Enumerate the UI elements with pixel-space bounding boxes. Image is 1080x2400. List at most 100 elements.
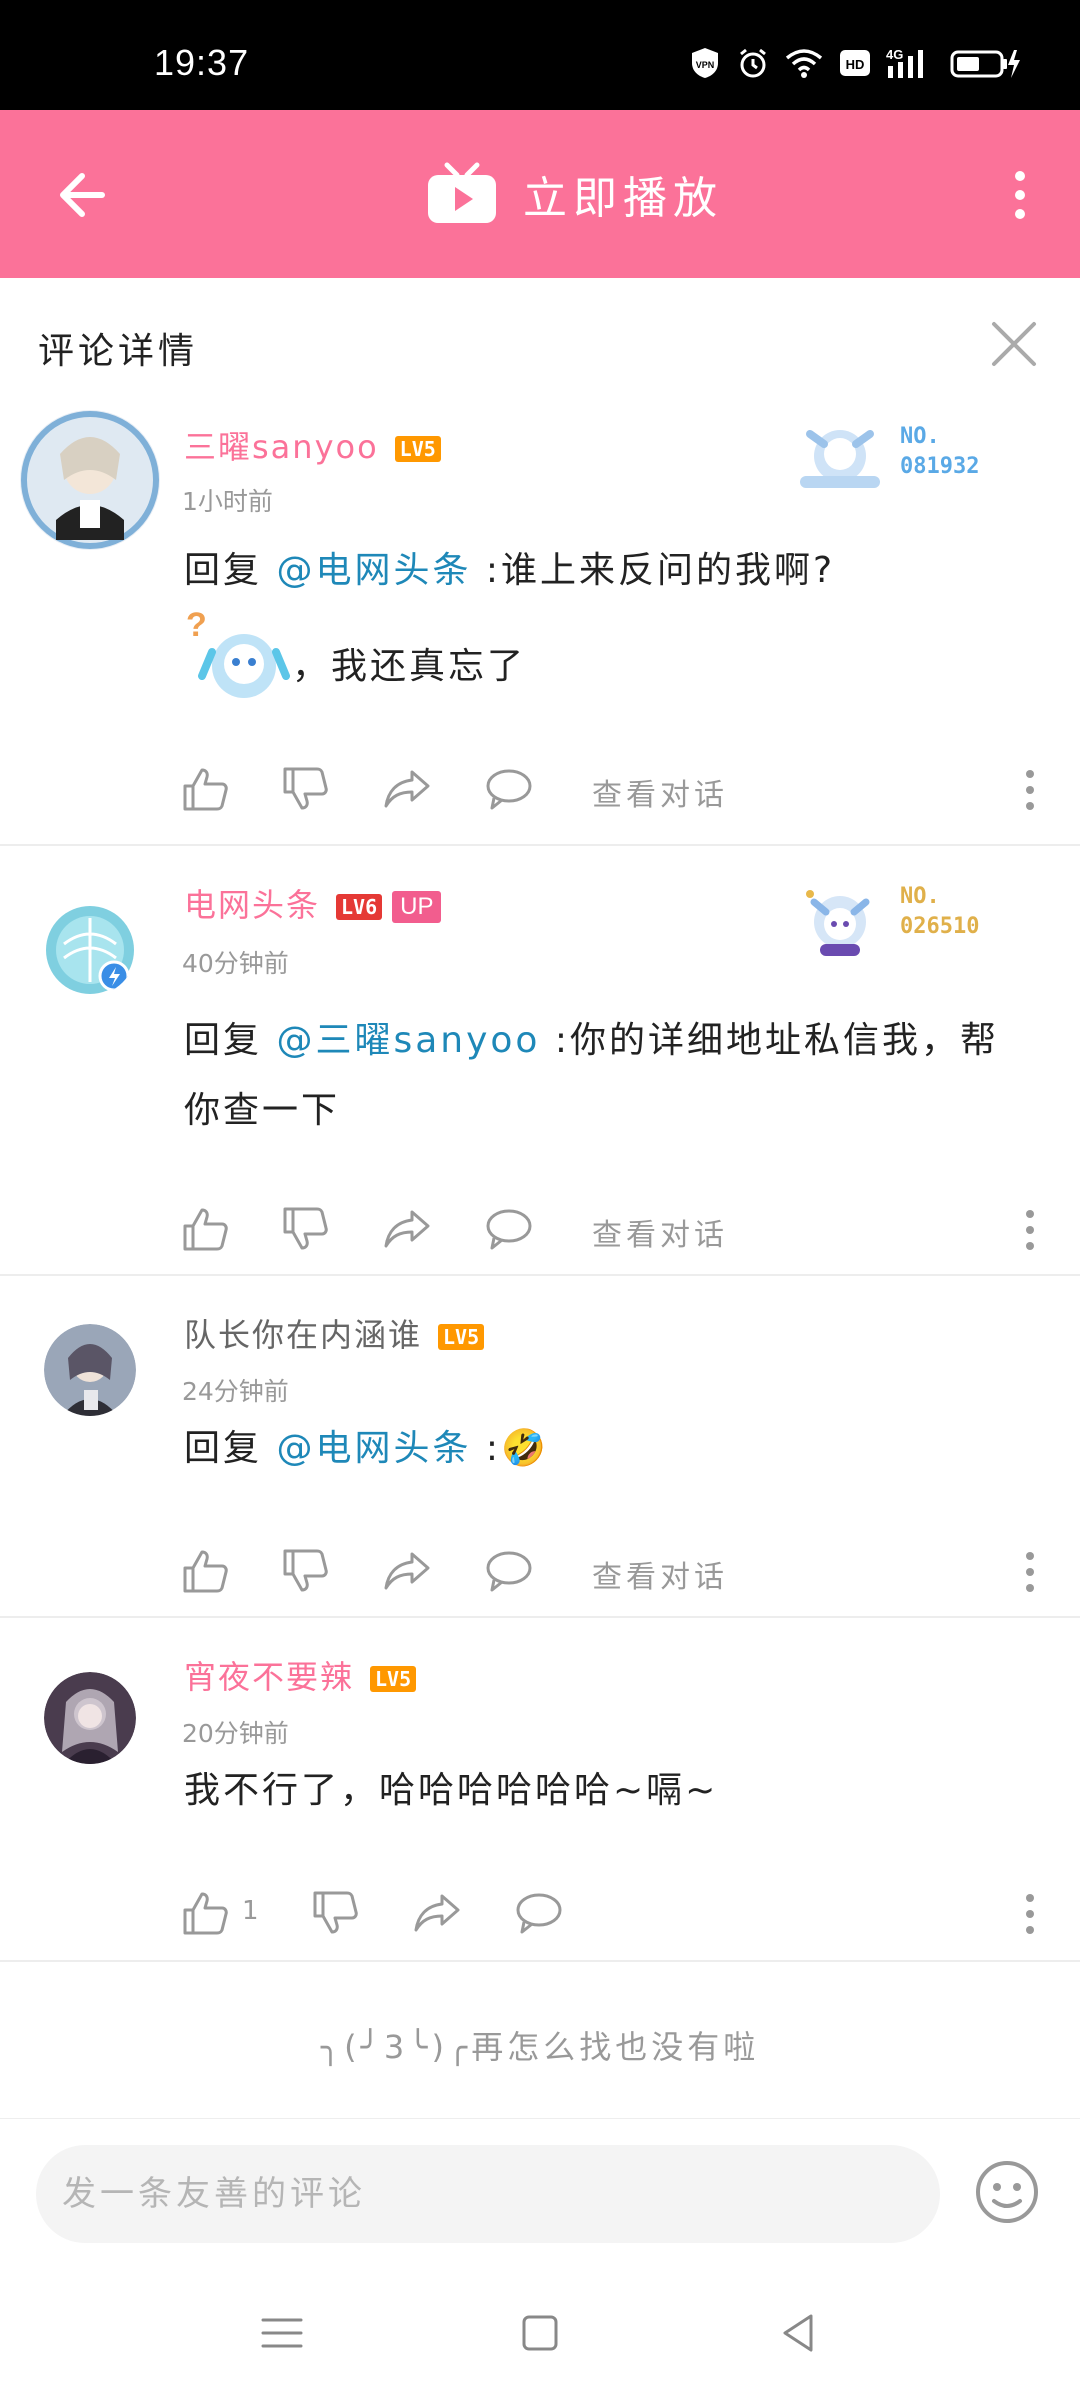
- fan-badge: NO. 081932: [790, 414, 1000, 500]
- hd-icon: HD: [838, 46, 872, 80]
- more-options-button[interactable]: [1000, 160, 1040, 230]
- comment-input-bar: [0, 2118, 1080, 2269]
- close-icon: [992, 322, 1036, 366]
- back-triangle-icon: [783, 2314, 813, 2352]
- comment-item: 三曜sanyoo LV5 1小时前 NO. 081932 回复 @电网头条 :谁上…: [0, 410, 1080, 846]
- tv-play-icon: [428, 162, 496, 223]
- level-badge: LV5: [438, 1324, 485, 1350]
- fan-badge-character-icon: [800, 430, 880, 488]
- nav-menu-button[interactable]: [257, 2308, 307, 2358]
- avatar[interactable]: [20, 410, 160, 550]
- fan-badge: NO. 026510: [790, 874, 1000, 960]
- share-button[interactable]: [412, 1888, 462, 1938]
- svg-text:HD: HD: [846, 57, 865, 72]
- username[interactable]: 三曜sanyoo LV5: [184, 422, 441, 468]
- comment-more-button[interactable]: [1020, 1208, 1040, 1252]
- username-text: 宵夜不要辣: [184, 1658, 355, 1696]
- thumb-down-icon: [313, 1891, 358, 1934]
- comment-text: 回复 @电网头条 :🤣: [184, 1414, 1020, 1484]
- play-now-button[interactable]: 立即播放: [425, 154, 723, 234]
- like-count: 1: [242, 1896, 259, 1926]
- nav-home-button[interactable]: [515, 2308, 565, 2358]
- vpn-icon: VPN: [688, 46, 722, 80]
- reply-prefix: 回复: [184, 1020, 277, 1061]
- dislike-button[interactable]: [280, 1546, 330, 1596]
- fan-badge-number: NO. 026510: [900, 884, 980, 939]
- username[interactable]: 电网头条 LV6 UP: [184, 880, 442, 926]
- thumb-down-icon: [283, 1207, 328, 1250]
- dislike-button[interactable]: [280, 764, 330, 814]
- back-button[interactable]: [50, 160, 120, 230]
- nav-back-button[interactable]: [773, 2308, 823, 2358]
- emoji-icon: [976, 2161, 1038, 2223]
- view-conversation-link[interactable]: 查看对话: [592, 1210, 728, 1254]
- username[interactable]: 宵夜不要辣 LV5: [184, 1652, 417, 1698]
- comment-list[interactable]: 三曜sanyoo LV5 1小时前 NO. 081932 回复 @电网头条 :谁上…: [0, 410, 1080, 2120]
- comment-body: :🤣: [471, 1428, 549, 1469]
- dislike-button[interactable]: [280, 1204, 330, 1254]
- reply-button[interactable]: [484, 1204, 534, 1254]
- avatar[interactable]: [44, 904, 136, 996]
- status-bar: 19:37 VPN HD 4G: [0, 0, 1080, 110]
- comment-body: :谁上来反问的我啊?: [471, 550, 836, 591]
- like-button[interactable]: [180, 1888, 230, 1938]
- reply-button[interactable]: [484, 764, 534, 814]
- status-time: 19:37: [154, 42, 250, 83]
- mention-link[interactable]: @电网头条: [276, 550, 471, 591]
- view-conversation-link[interactable]: 查看对话: [592, 770, 728, 814]
- reply-prefix: 回复: [184, 1428, 277, 1469]
- like-button[interactable]: [180, 1546, 230, 1596]
- share-icon: [384, 1210, 430, 1248]
- system-navigation-bar: [0, 2268, 1080, 2400]
- view-conversation-link[interactable]: 查看对话: [592, 1552, 728, 1596]
- reply-button[interactable]: [514, 1888, 564, 1938]
- mention-link[interactable]: @三曜sanyoo: [276, 1020, 540, 1061]
- share-button[interactable]: [382, 764, 432, 814]
- battery-icon: [950, 46, 1022, 80]
- comment-actions: 查看对话: [180, 1546, 1040, 1606]
- like-button[interactable]: [180, 764, 230, 814]
- close-button[interactable]: [988, 318, 1040, 370]
- comment-body-continued: ，我还真忘了: [292, 646, 527, 687]
- level-badge: LV6: [336, 894, 383, 920]
- dislike-button[interactable]: [310, 1888, 360, 1938]
- wifi-icon: [784, 46, 824, 80]
- username-text: 三曜sanyoo: [184, 428, 379, 466]
- comment-text: 回复 @电网头条 :谁上来反问的我啊? ? ，我还真忘了: [184, 536, 1020, 702]
- alarm-icon: [736, 46, 770, 80]
- avatar[interactable]: [44, 1672, 136, 1764]
- thumb-up-icon: [183, 1892, 228, 1935]
- comment-icon: [486, 1551, 532, 1592]
- avatar[interactable]: [44, 1324, 136, 1416]
- share-icon: [384, 770, 430, 808]
- comment-detail-title: 评论详情: [38, 331, 199, 372]
- svg-text:4G: 4G: [886, 47, 903, 62]
- thumb-down-icon: [283, 767, 328, 810]
- fan-badge-number: NO. 081932: [900, 424, 980, 479]
- reply-button[interactable]: [484, 1546, 534, 1596]
- comment-icon: [486, 1209, 532, 1250]
- comment-more-button[interactable]: [1020, 1550, 1040, 1594]
- thumb-up-icon: [183, 768, 228, 811]
- comment-item: 队长你在内涵谁 LV5 24分钟前 回复 @电网头条 :🤣 查看对话: [0, 1274, 1080, 1618]
- share-icon: [384, 1552, 430, 1590]
- emoji-button[interactable]: [974, 2159, 1040, 2225]
- more-vertical-icon: [1015, 171, 1025, 219]
- mention-link[interactable]: @电网头条: [276, 1428, 471, 1469]
- menu-icon: [261, 2318, 303, 2348]
- comment-more-button[interactable]: [1020, 768, 1040, 812]
- comment-time: 1小时前: [182, 487, 273, 516]
- share-button[interactable]: [382, 1546, 432, 1596]
- thumb-up-icon: [183, 1550, 228, 1593]
- end-of-list-message: ╮(╯3╰)╭再怎么找也没有啦: [320, 2028, 760, 2066]
- share-button[interactable]: [382, 1204, 432, 1254]
- comment-text: 我不行了，哈哈哈哈哈哈~嗝~: [184, 1756, 1020, 1826]
- signal-icon: 4G: [886, 46, 936, 80]
- comment-text: 回复 @三曜sanyoo :你的详细地址私信我，帮你查一下: [184, 1006, 1020, 1146]
- app-bar: 立即播放: [0, 110, 1080, 278]
- like-button[interactable]: [180, 1204, 230, 1254]
- comment-more-button[interactable]: [1020, 1892, 1040, 1936]
- play-now-label: 立即播放: [523, 173, 723, 224]
- comment-input[interactable]: [36, 2145, 940, 2243]
- username[interactable]: 队长你在内涵谁 LV5: [184, 1310, 485, 1356]
